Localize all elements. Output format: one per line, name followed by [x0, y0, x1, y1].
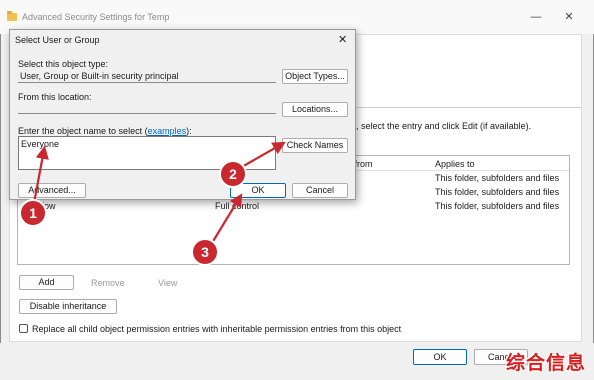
- watermark-text: 综合信息: [506, 352, 587, 374]
- arrow-3: [211, 193, 243, 244]
- annotation-badge-2: 2: [219, 160, 247, 188]
- annotation-arrows: [32, 141, 286, 244]
- annotation-badge-1: 1: [19, 199, 47, 227]
- arrow-1: [32, 145, 49, 204]
- arrow-2: [239, 141, 286, 169]
- annotation-badge-3: 3: [191, 238, 219, 266]
